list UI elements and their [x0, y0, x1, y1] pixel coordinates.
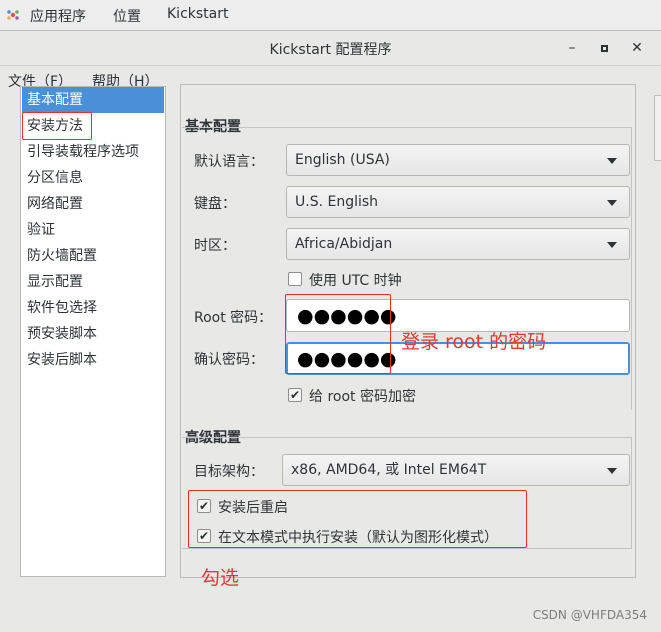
minimize-icon[interactable]: –	[563, 39, 581, 57]
keyboard-value: U.S. English	[295, 194, 379, 210]
arch-value: x86, AMD64, 或 Intel EM64T	[291, 462, 487, 478]
chevron-down-icon	[607, 468, 617, 474]
annotation-box-basic	[22, 112, 92, 140]
annotation-password-note: 登录 root 的密码	[401, 331, 547, 353]
annotation-box-checkboxes	[188, 490, 527, 548]
nav-item-partition[interactable]: 分区信息	[22, 165, 164, 191]
config-nav-list: 基本配置 安装方法 引导装载程序选项 分区信息 网络配置 验证 防火墙配置 显示…	[20, 86, 166, 577]
nav-item-firewall[interactable]: 防火墙配置	[22, 243, 164, 269]
nav-item-post-script[interactable]: 安装后脚本	[22, 347, 164, 373]
nav-item-network[interactable]: 网络配置	[22, 191, 164, 217]
language-label: 默认语言：	[194, 154, 264, 170]
root-password-label: Root 密码：	[194, 310, 273, 326]
annotation-box-password	[285, 294, 391, 374]
annotation-check-note: 勾选	[201, 567, 240, 589]
arch-select[interactable]: x86, AMD64, 或 Intel EM64T	[282, 454, 630, 486]
chevron-down-icon	[607, 158, 617, 164]
nav-item-display[interactable]: 显示配置	[22, 269, 164, 295]
window-title: Kickstart 配置程序	[269, 42, 392, 58]
title-bar[interactable]: Kickstart 配置程序 – ✕	[0, 31, 661, 66]
utc-label: 使用 UTC 时钟	[309, 273, 402, 289]
arch-label: 目标架构：	[194, 464, 264, 480]
nav-item-basic[interactable]: 基本配置	[22, 87, 164, 113]
maximize-icon[interactable]	[595, 39, 613, 57]
keyboard-label: 键盘：	[194, 196, 236, 212]
timezone-select[interactable]: Africa/Abidjan	[286, 228, 630, 260]
nav-item-auth[interactable]: 验证	[22, 217, 164, 243]
close-icon[interactable]: ✕	[628, 39, 646, 57]
top-panel: 应用程序 位置 Kickstart	[0, 0, 661, 31]
apps-menu-icon[interactable]	[6, 8, 20, 22]
utc-checkbox[interactable]	[288, 272, 302, 286]
encrypt-root-password-label: 给 root 密码加密	[309, 389, 416, 405]
places-menu[interactable]: 位置	[113, 6, 141, 26]
nav-item-packages[interactable]: 软件包选择	[22, 295, 164, 321]
background-window-edge	[654, 95, 661, 161]
active-app-name[interactable]: Kickstart	[167, 6, 228, 22]
watermark: CSDN @VHFDA354	[532, 608, 647, 622]
nav-item-bootloader[interactable]: 引导装载程序选项	[22, 139, 164, 165]
timezone-label: 时区：	[194, 238, 236, 254]
applications-menu[interactable]: 应用程序	[30, 6, 86, 26]
chevron-down-icon	[607, 242, 617, 248]
confirm-password-label: 确认密码：	[194, 352, 264, 368]
nav-item-pre-script[interactable]: 预安装脚本	[22, 321, 164, 347]
timezone-value: Africa/Abidjan	[295, 236, 393, 252]
encrypt-root-password-checkbox[interactable]: ✔	[288, 388, 302, 402]
language-value: English (USA)	[295, 152, 390, 168]
chevron-down-icon	[607, 200, 617, 206]
language-select[interactable]: English (USA)	[286, 144, 630, 176]
keyboard-select[interactable]: U.S. English	[286, 186, 630, 218]
